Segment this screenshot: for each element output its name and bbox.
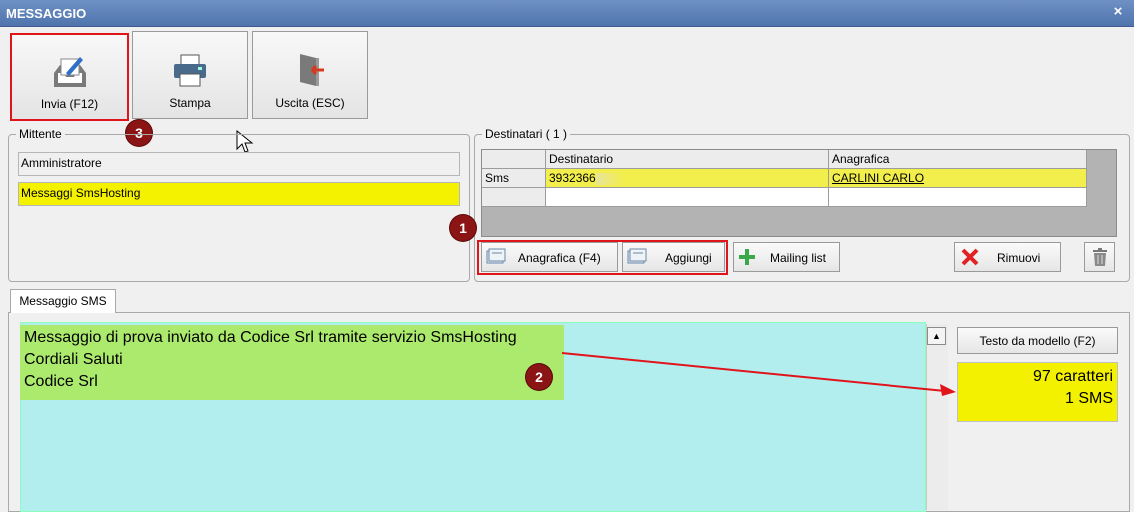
- printer-icon: [174, 54, 206, 87]
- empty-recipient-cell[interactable]: [546, 188, 829, 207]
- exit-door-icon: [300, 54, 324, 86]
- sender-name-field[interactable]: Messaggi SmsHosting: [18, 182, 460, 206]
- window-title-bar: MESSAGGIO: [0, 0, 1134, 27]
- send-button-label: Invia (F12): [40, 97, 99, 111]
- delete-all-button[interactable]: [1084, 242, 1115, 272]
- remove-x-icon: [961, 248, 979, 266]
- char-count: 97 caratteri: [1032, 368, 1113, 385]
- message-counter: 97 caratteri 1 SMS: [957, 362, 1118, 422]
- column-header-registry[interactable]: Anagrafica: [829, 150, 1087, 169]
- message-text: Messaggio di prova inviato da Codice Srl…: [20, 325, 564, 400]
- annotation-badge-2: 2: [526, 364, 552, 390]
- address-card-icon: [486, 248, 506, 264]
- sms-count: 1 SMS: [1064, 390, 1113, 407]
- window-title: MESSAGGIO: [6, 6, 87, 21]
- add-button[interactable]: Aggiungi: [622, 242, 725, 272]
- send-icon: [53, 57, 86, 87]
- recipient-number: 3932366: [549, 171, 596, 185]
- column-header-recipient[interactable]: Destinatario: [546, 150, 829, 169]
- recipients-group-title: Destinatari ( 1 ): [482, 127, 571, 141]
- sender-user-field[interactable]: Amministratore: [18, 152, 460, 176]
- trash-icon: [1093, 248, 1107, 266]
- remove-button-label: Rimuovi: [997, 251, 1041, 265]
- registry-button-label: Anagrafica (F4): [518, 251, 601, 265]
- table-header-corner: [482, 150, 546, 169]
- row-header-empty: [482, 188, 546, 207]
- mailing-list-button-label: Mailing list: [770, 251, 827, 265]
- empty-registry-cell[interactable]: [829, 188, 1087, 207]
- print-button-label: Stampa: [169, 96, 211, 110]
- template-text-button-label: Testo da modello (F2): [979, 334, 1096, 348]
- add-card-icon: [627, 248, 647, 264]
- annotation-badge-1: 1: [450, 215, 476, 241]
- recipients-table[interactable]: Destinatario Anagrafica Sms 3932366 CARL…: [481, 149, 1117, 237]
- blurred-digits: [595, 172, 624, 185]
- registry-button[interactable]: Anagrafica (F4): [481, 242, 618, 272]
- recipient-registry-cell[interactable]: CARLINI CARLO: [829, 169, 1087, 188]
- plus-icon: [739, 249, 755, 265]
- add-button-label: Aggiungi: [665, 251, 712, 265]
- tab-sms-message[interactable]: Messaggio SMS: [10, 289, 116, 313]
- scroll-up-arrow-icon[interactable]: ▲: [927, 327, 946, 345]
- print-button[interactable]: Stampa: [132, 31, 248, 119]
- row-type-cell: Sms: [482, 169, 546, 188]
- send-button[interactable]: Invia (F12): [10, 33, 129, 121]
- recipient-number-cell[interactable]: 3932366: [546, 169, 829, 188]
- exit-button-label: Uscita (ESC): [275, 96, 345, 110]
- exit-button[interactable]: Uscita (ESC): [252, 31, 368, 119]
- template-text-button[interactable]: Testo da modello (F2): [957, 327, 1118, 354]
- mailing-list-button[interactable]: Mailing list: [733, 242, 840, 272]
- close-icon[interactable]: ×: [1110, 4, 1126, 20]
- arrow-annotation: [561, 352, 956, 396]
- remove-button[interactable]: Rimuovi: [954, 242, 1061, 272]
- sender-group-title: Mittente: [16, 127, 65, 141]
